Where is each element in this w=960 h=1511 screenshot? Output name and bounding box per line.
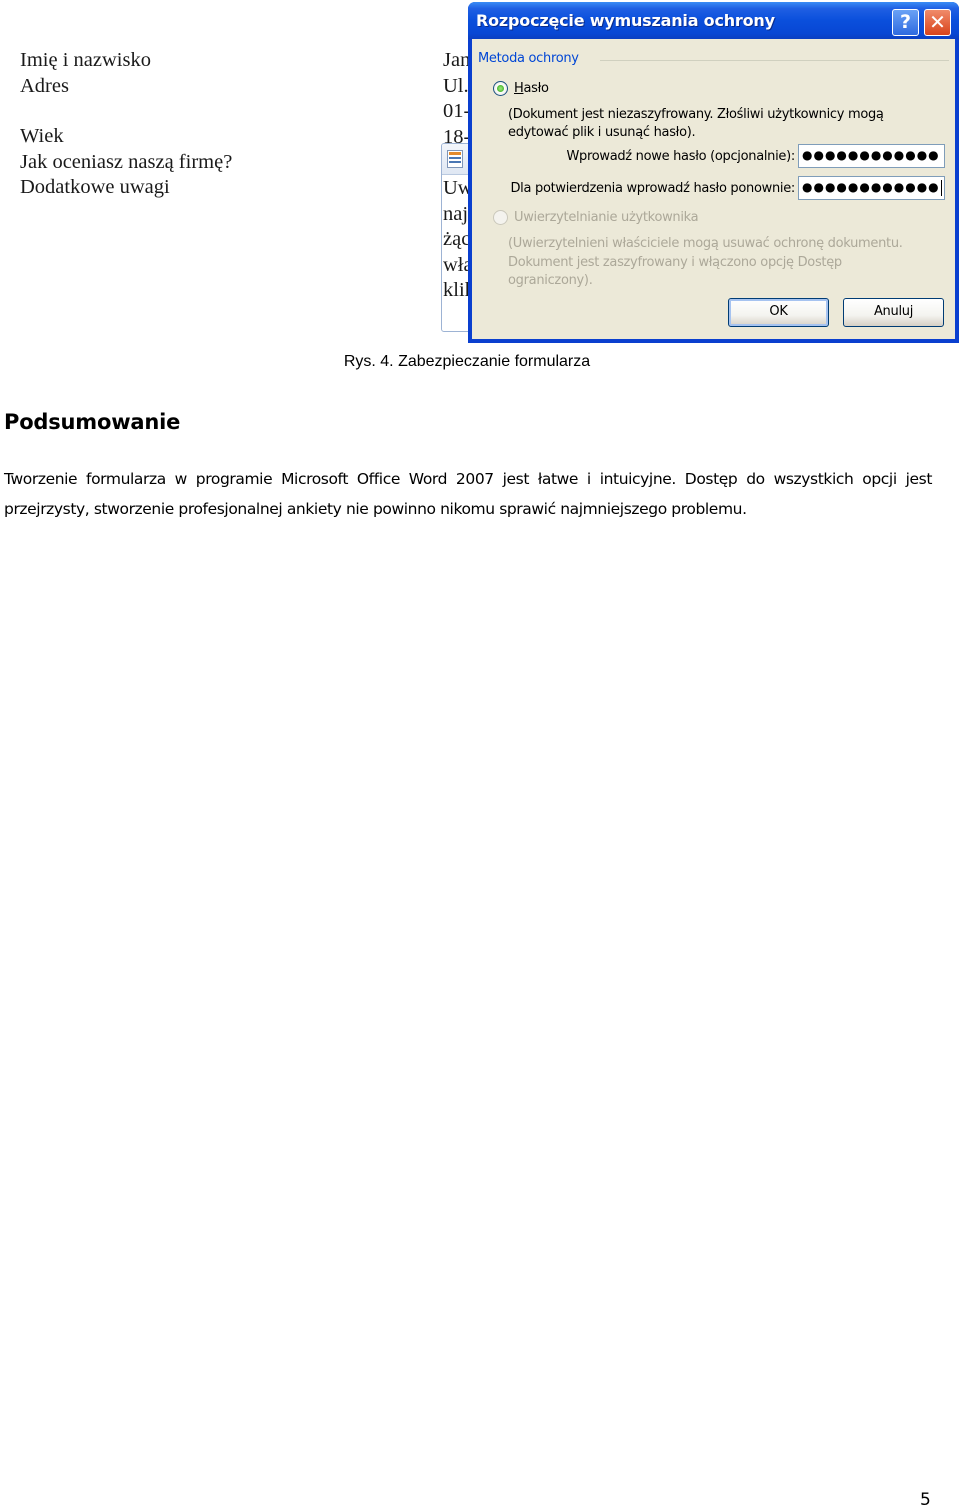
protection-dialog: Rozpoczęcie wymuszania ochrony ? ✕ Metod… xyxy=(468,2,959,343)
group-divider xyxy=(600,60,949,61)
password-radio-label-rest: asło xyxy=(523,81,549,96)
form-labels: Imię i nazwisko Adres Wiek Jak oceniasz … xyxy=(20,48,232,201)
new-password-label: Wprowadź nowe hasło (opcjonalnie): xyxy=(566,149,795,164)
password-radio[interactable] xyxy=(493,81,508,96)
user-auth-option-description: (Uwierzytelnieni właściciele mogą usuwać… xyxy=(508,235,903,291)
confirm-password-mask: ●●●●●●●●●●●● xyxy=(802,180,940,194)
password-desc-line1: (Dokument jest niezaszyfrowany. Złośliwi… xyxy=(508,107,884,122)
form-label-rating: Jak oceniasz naszą firmę? xyxy=(20,150,233,173)
password-option-description: (Dokument jest niezaszyfrowany. Złośliwi… xyxy=(508,106,884,142)
form-value-name: Jan xyxy=(443,49,469,71)
text-caret xyxy=(940,179,942,196)
close-icon[interactable]: ✕ xyxy=(924,9,951,36)
dialog-title: Rozpoczęcie wymuszania ochrony xyxy=(476,11,775,30)
rich-text-control-icon xyxy=(447,150,463,168)
form-label-age: Wiek xyxy=(20,125,64,147)
new-password-mask: ●●●●●●●●●●●● xyxy=(802,148,940,162)
new-password-input[interactable]: ●●●●●●●●●●●● xyxy=(798,144,945,168)
dialog-body: Metoda ochrony Hasło (Dokument jest niez… xyxy=(472,39,955,339)
form-values: Jan Ul. 01- 18- xyxy=(443,48,469,150)
password-radio-label[interactable]: Hasło xyxy=(514,81,549,96)
user-auth-radio[interactable] xyxy=(493,210,508,225)
section-paragraph: Tworzenie formularza w programie Microso… xyxy=(4,470,932,518)
password-desc-line2: edytować plik i usunąć hasło). xyxy=(508,125,696,140)
user-auth-desc-line1: (Uwierzytelnieni właściciele mogą usuwać… xyxy=(508,236,903,251)
user-auth-desc-line2: Dokument jest zaszyfrowany i włączono op… xyxy=(508,254,842,270)
form-label-spacer xyxy=(20,99,232,124)
form-label-notes: Dodatkowe uwagi xyxy=(20,176,170,198)
user-auth-radio-label[interactable]: Uwierzytelnianie użytkownika xyxy=(514,210,699,225)
ok-button[interactable]: OK xyxy=(728,298,829,327)
word-form-background: Imię i nazwisko Adres Wiek Jak oceniasz … xyxy=(0,0,483,345)
form-label-address: Adres xyxy=(20,74,69,97)
page-number: 5 xyxy=(920,1490,931,1510)
form-value-address-line2: 01- xyxy=(443,100,469,122)
figure-screenshot: Imię i nazwisko Adres Wiek Jak oceniasz … xyxy=(0,0,960,345)
confirm-password-input[interactable]: ●●●●●●●●●●●● xyxy=(798,176,945,200)
form-value-address-line1: Ul. xyxy=(443,74,469,97)
cancel-button[interactable]: Anuluj xyxy=(843,298,944,327)
form-label-name: Imię i nazwisko xyxy=(20,49,151,71)
user-auth-desc-line3: ograniczony). xyxy=(508,273,593,288)
dialog-titlebar[interactable]: Rozpoczęcie wymuszania ochrony ? ✕ xyxy=(468,2,959,39)
section-heading: Podsumowanie xyxy=(4,410,181,434)
figure-caption: Rys. 4. Zabezpieczanie formularza xyxy=(343,353,591,370)
confirm-password-label: Dla potwierdzenia wprowadź hasło ponowni… xyxy=(510,181,795,196)
protection-method-group-label: Metoda ochrony xyxy=(478,51,579,66)
help-icon[interactable]: ? xyxy=(892,9,919,36)
